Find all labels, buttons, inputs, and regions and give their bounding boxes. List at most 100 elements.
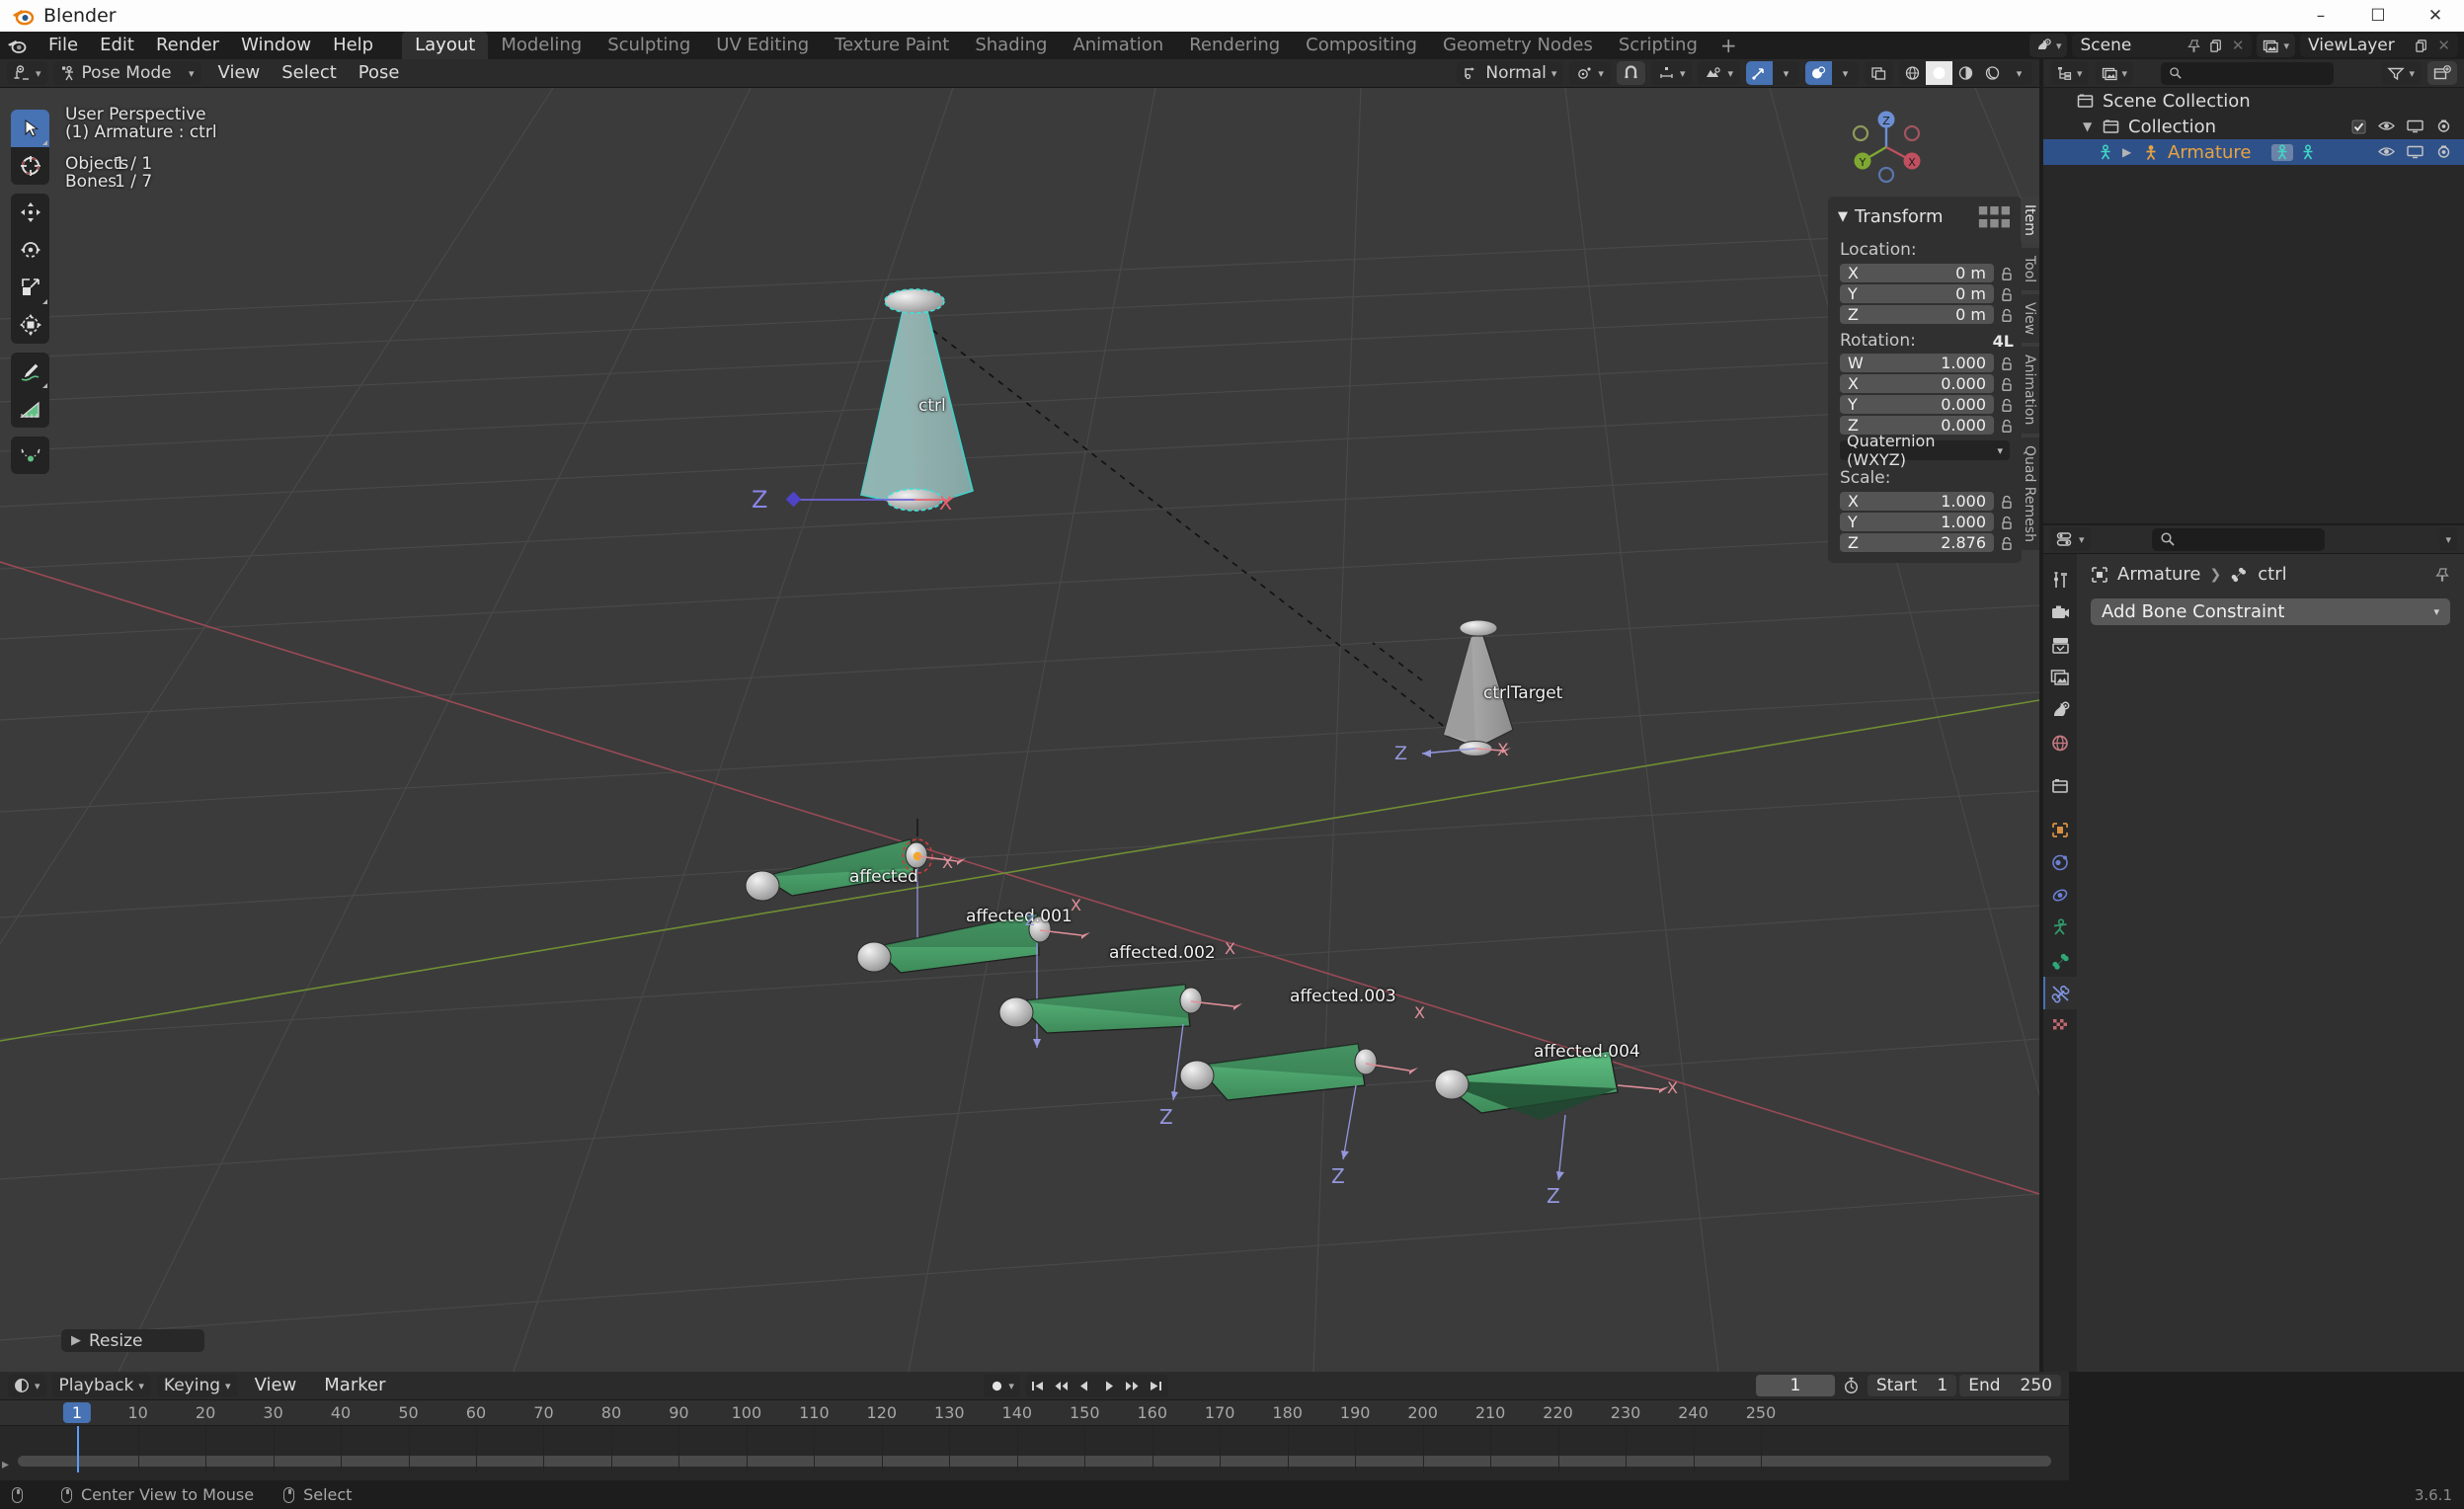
npanel-tab-item[interactable]: Item: [2021, 197, 2039, 244]
play-button[interactable]: [1097, 1374, 1121, 1397]
properties-tab-scene[interactable]: [2043, 694, 2077, 727]
timeline-body[interactable]: ▸: [0, 1426, 2069, 1472]
outliner-search-box[interactable]: [2160, 61, 2334, 85]
rendered-shading-button[interactable]: [1979, 61, 2006, 85]
filter-button[interactable]: ▾: [2381, 61, 2421, 85]
properties-tab-modifier[interactable]: [2043, 846, 2077, 879]
properties-editor-type-button[interactable]: ▾: [2050, 527, 2091, 551]
current-frame-field[interactable]: 1: [1755, 1375, 1835, 1396]
npanel-tab-animation[interactable]: Animation: [2021, 347, 2039, 434]
rotation-field-w[interactable]: W 1.000: [1840, 354, 1994, 372]
tool-annotate[interactable]: [11, 353, 49, 390]
lock-icon[interactable]: [2000, 287, 2014, 301]
xray-toggle[interactable]: [1865, 61, 1893, 85]
workspace-tab-rendering[interactable]: Rendering: [1176, 32, 1293, 59]
lock-icon[interactable]: [2000, 495, 2014, 509]
outliner-row-scene-collection[interactable]: Scene Collection: [2043, 88, 2464, 114]
display-mode-button[interactable]: ▾: [2095, 61, 2134, 85]
gizmo-toggle[interactable]: [1746, 61, 1773, 85]
scale-field-z[interactable]: Z 2.876: [1840, 533, 1994, 552]
lock-icon[interactable]: [2000, 357, 2014, 370]
camera-icon[interactable]: [2435, 145, 2452, 159]
playback-menu[interactable]: Playback ▾: [51, 1374, 151, 1397]
properties-tab-viewlayer[interactable]: [2043, 662, 2077, 694]
breadcrumb-armature[interactable]: Armature: [2117, 564, 2201, 585]
previous-keyframe-button[interactable]: [1050, 1374, 1073, 1397]
tool-tweak-select[interactable]: [11, 110, 49, 147]
lock-icon[interactable]: [2000, 419, 2014, 433]
menu-edit[interactable]: Edit: [89, 34, 145, 57]
pin-icon[interactable]: [2434, 567, 2450, 583]
navigation-gizmo[interactable]: Z X Y: [1845, 106, 1928, 189]
workspace-tab-modeling[interactable]: Modeling: [488, 32, 595, 59]
lock-icon[interactable]: [2000, 377, 2014, 391]
properties-tab-output[interactable]: [2043, 629, 2077, 662]
tool-transform[interactable]: [11, 306, 49, 344]
lock-icon[interactable]: [2000, 536, 2014, 550]
material-preview-button[interactable]: [1952, 61, 1979, 85]
disclosure-triangle-icon[interactable]: ▼: [2083, 119, 2095, 133]
workspace-tab-compositing[interactable]: Compositing: [1293, 32, 1430, 59]
properties-search-box[interactable]: [2151, 527, 2325, 551]
overlay-toggle[interactable]: [1805, 61, 1832, 85]
workspace-tab-scripting[interactable]: Scripting: [1606, 32, 1710, 59]
workspace-tab-layout[interactable]: Layout: [402, 32, 489, 59]
auto-keying-button[interactable]: ▾: [984, 1374, 1020, 1397]
properties-tab-render[interactable]: [2043, 596, 2077, 629]
timeline-playhead[interactable]: [77, 1426, 79, 1472]
pose-icon[interactable]: [2299, 144, 2317, 161]
rotation-field-x[interactable]: X 0.000: [1840, 374, 1994, 393]
close-icon[interactable]: ✕: [2232, 37, 2245, 54]
proportional-edit-dropdown[interactable]: ▾: [1650, 61, 1693, 85]
viewlayer-browse-button[interactable]: ▾: [2257, 34, 2295, 57]
transform-orientation-dropdown[interactable]: Normal ▾: [1457, 61, 1564, 85]
overlay-dropdown[interactable]: ▾: [1832, 61, 1859, 85]
workspace-tab-shading[interactable]: Shading: [962, 32, 1060, 59]
mode-dropdown[interactable]: Pose Mode ▾: [52, 61, 201, 85]
properties-tab-physics[interactable]: [2043, 879, 2077, 912]
camera-icon[interactable]: [2435, 119, 2452, 134]
wireframe-shading-button[interactable]: [1899, 61, 1926, 85]
outliner-row-collection[interactable]: ▼ Collection: [2043, 114, 2464, 139]
workspace-tab-texture-paint[interactable]: Texture Paint: [822, 32, 962, 59]
checkbox-icon[interactable]: [2351, 119, 2366, 134]
add-bone-constraint-dropdown[interactable]: Add Bone Constraint ▾: [2091, 598, 2450, 625]
eye-icon[interactable]: [2378, 145, 2395, 159]
scale-field-y[interactable]: Y 1.000: [1840, 513, 1994, 531]
next-keyframe-button[interactable]: [1121, 1374, 1145, 1397]
channel-expand-icon[interactable]: ▸: [2, 1457, 9, 1472]
viewport-menu-pose[interactable]: Pose: [348, 61, 411, 85]
lock-icon[interactable]: [2000, 267, 2014, 280]
blender-menu-icon[interactable]: [6, 37, 28, 54]
properties-options-button[interactable]: ▾: [2439, 527, 2457, 551]
jump-to-start-button[interactable]: [1026, 1374, 1050, 1397]
properties-tab-tool[interactable]: [2043, 564, 2077, 596]
properties-tab-object[interactable]: [2043, 814, 2077, 846]
properties-tab-texture[interactable]: [2043, 1009, 2077, 1042]
scene-browse-button[interactable]: ▾: [2028, 34, 2068, 57]
armature-data-icon[interactable]: [2270, 143, 2293, 161]
new-collection-button[interactable]: [2426, 61, 2457, 85]
properties-tab-bone[interactable]: [2043, 944, 2077, 977]
start-frame-field[interactable]: Start 1: [1867, 1375, 1957, 1396]
tool-rotate[interactable]: [11, 231, 49, 269]
play-reverse-button[interactable]: [1073, 1374, 1097, 1397]
tool-bendy-bones[interactable]: [11, 437, 49, 474]
lock-icon[interactable]: [2000, 398, 2014, 412]
menu-window[interactable]: Window: [230, 34, 322, 57]
gizmo-dropdown[interactable]: ▾: [1773, 61, 1799, 85]
workspace-tab-sculpting[interactable]: Sculpting: [595, 32, 703, 59]
keying-menu[interactable]: Keying ▾: [156, 1374, 238, 1397]
properties-tab-bone-constraint[interactable]: [2043, 977, 2077, 1009]
lock-icon[interactable]: [2000, 308, 2014, 322]
viewport-menu-select[interactable]: Select: [271, 61, 348, 85]
rotation-mode-dropdown[interactable]: Quaternion (WXYZ) ▾: [1840, 432, 2010, 469]
timeline-playhead-badge[interactable]: 1: [62, 1402, 92, 1423]
scale-field-x[interactable]: X 1.000: [1840, 492, 1994, 511]
workspace-tab-geometry-nodes[interactable]: Geometry Nodes: [1430, 32, 1606, 59]
npanel-tab-tool[interactable]: Tool: [2021, 247, 2039, 291]
solid-shading-button[interactable]: [1926, 61, 1952, 85]
location-field-x[interactable]: X 0 m: [1840, 264, 1994, 282]
properties-tab-collection[interactable]: [2043, 770, 2077, 803]
3d-viewport[interactable]: ctrl ctrlTarget affected affected.001 affect…: [0, 88, 2039, 1372]
